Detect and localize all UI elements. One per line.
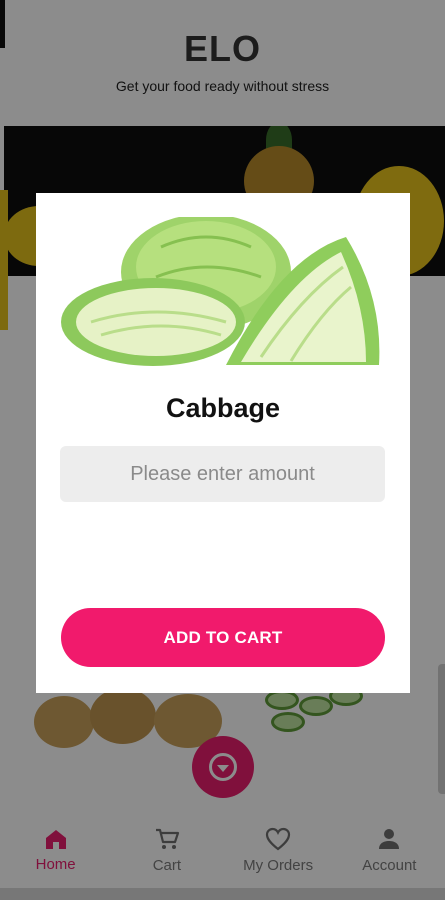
- add-to-cart-button[interactable]: ADD TO CART: [61, 608, 385, 667]
- product-name: Cabbage: [165, 393, 281, 423]
- add-to-cart-dialog: Cabbage ADD TO CART: [36, 193, 410, 693]
- cabbage-image: [61, 217, 380, 366]
- amount-input[interactable]: [60, 446, 385, 502]
